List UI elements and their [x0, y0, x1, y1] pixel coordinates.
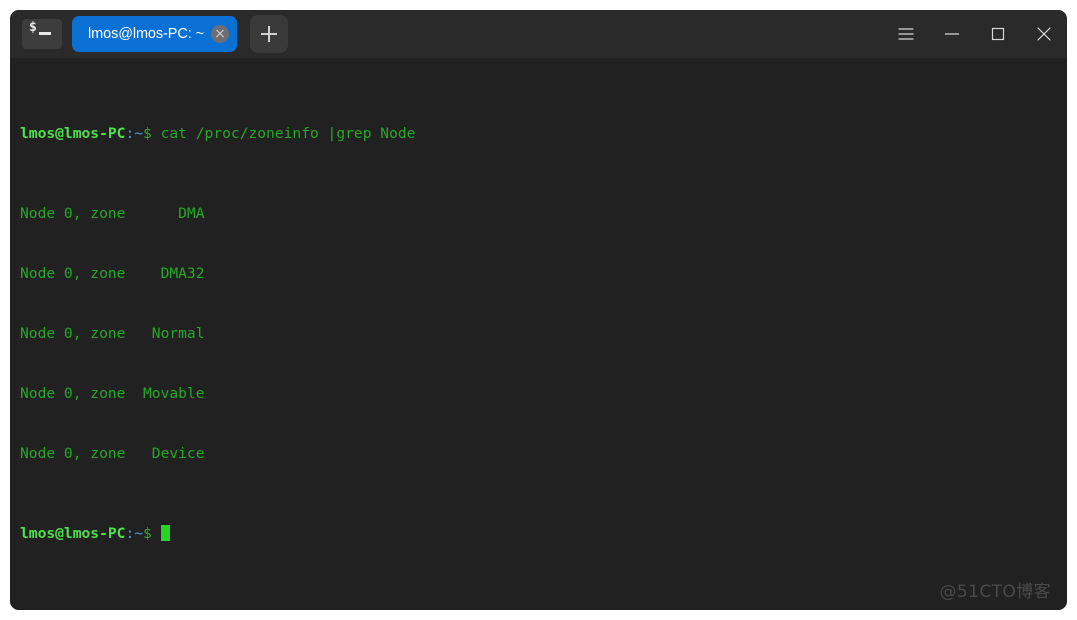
prompt-path: ~	[134, 125, 144, 142]
watermark: @51CTO博客	[939, 582, 1051, 602]
terminal-line-prompt: lmos@lmos-PC:~$	[20, 524, 1067, 544]
prompt-colon: :	[125, 525, 135, 542]
minimize-button[interactable]	[929, 10, 975, 58]
close-button[interactable]	[1021, 10, 1067, 58]
prompt-colon: :	[125, 125, 135, 142]
terminal-line-output: Node 0, zone DMA	[20, 204, 1067, 224]
output-text: Node 0, zone DMA	[20, 205, 205, 222]
window-controls	[883, 10, 1067, 58]
prompt-symbol: $	[143, 525, 152, 542]
terminal-output: lmos@lmos-PC:~$ cat /proc/zoneinfo |grep…	[10, 64, 1067, 604]
tab-strip: lmos@lmos-PC: ~	[72, 15, 883, 53]
output-text: Node 0, zone Device	[20, 445, 205, 462]
text-cursor	[160, 525, 170, 541]
command-text: cat /proc/zoneinfo |grep Node	[151, 125, 416, 142]
terminal-window: $ lmos@lmos-PC: ~ lmos@lmos-PC:~$ cat /p…	[10, 10, 1067, 610]
terminal-body[interactable]: lmos@lmos-PC:~$ cat /proc/zoneinfo |grep…	[10, 58, 1067, 610]
tab-lmos-home[interactable]: lmos@lmos-PC: ~	[72, 16, 237, 52]
output-text: Node 0, zone Normal	[20, 325, 205, 342]
maximize-button[interactable]	[975, 10, 1021, 58]
prompt-underline-icon	[39, 32, 51, 35]
output-text: Node 0, zone Movable	[20, 385, 205, 402]
prompt-path: ~	[134, 525, 144, 542]
prompt-symbol: $	[143, 125, 152, 142]
tab-close-icon[interactable]	[210, 25, 229, 43]
prompt-user-host: lmos@lmos-PC	[20, 525, 126, 542]
menu-button[interactable]	[883, 10, 929, 58]
prompt-user-host: lmos@lmos-PC	[20, 125, 126, 142]
title-bar: $ lmos@lmos-PC: ~	[10, 10, 1067, 58]
terminal-line-command: lmos@lmos-PC:~$ cat /proc/zoneinfo |grep…	[20, 124, 1067, 144]
terminal-line-output: Node 0, zone DMA32	[20, 264, 1067, 284]
terminal-line-output: Node 0, zone Device	[20, 444, 1067, 464]
new-tab-button[interactable]	[249, 15, 288, 53]
terminal-app-icon: $	[22, 19, 62, 49]
dollar-glyph: $	[29, 20, 37, 35]
tab-title: lmos@lmos-PC: ~	[88, 26, 204, 42]
terminal-line-output: Node 0, zone Movable	[20, 384, 1067, 404]
terminal-line-output: Node 0, zone Normal	[20, 324, 1067, 344]
output-text: Node 0, zone DMA32	[20, 265, 205, 282]
